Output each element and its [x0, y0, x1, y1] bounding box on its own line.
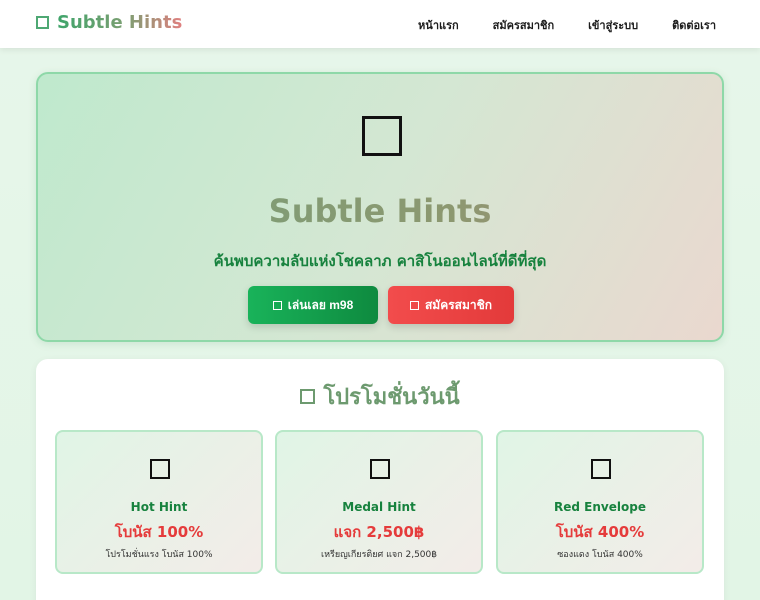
- signup-button[interactable]: สมัครสมาชิก: [388, 286, 514, 324]
- promo-card-red-envelope[interactable]: Red Envelope โบนัส 400% ซองแดง โบนัส 400…: [496, 430, 704, 574]
- signup-square-icon: [409, 300, 419, 310]
- card-description: เหรียญเกียรติยศ แจก 2,500฿: [321, 550, 437, 560]
- card-square-icon: [591, 459, 611, 479]
- promotions-square-icon: [300, 389, 316, 404]
- card-name: Medal Hint: [342, 500, 416, 514]
- nav-login-link[interactable]: เข้าสู่ระบบ: [588, 16, 638, 34]
- card-name: Red Envelope: [554, 500, 646, 514]
- nav-home-link[interactable]: หน้าแรก: [418, 16, 459, 34]
- card-bonus: แจก 2,500฿: [333, 523, 425, 541]
- card-bonus: โบนัส 400%: [555, 523, 645, 541]
- card-square-icon: [370, 459, 390, 479]
- main-nav: หน้าแรก สมัครสมาชิก เข้าสู่ระบบ ติดต่อเร…: [384, 16, 716, 34]
- play-now-label: เล่นเลย m98: [287, 297, 354, 312]
- hero-square-icon: [362, 116, 402, 156]
- nav-register-link[interactable]: สมัครสมาชิก: [493, 16, 555, 34]
- card-description: โปรโมชั่นแรง โบนัส 100%: [105, 550, 213, 560]
- card-bonus: โบนัส 100%: [114, 523, 204, 541]
- brand-square-icon: [36, 16, 49, 29]
- signup-label: สมัครสมาชิก: [424, 297, 493, 312]
- promotions-heading: โปรโมชั่นวันนี้: [36, 379, 724, 414]
- site-header: Subtle Hints หน้าแรก สมัครสมาชิก เข้าสู่…: [0, 0, 760, 48]
- play-now-button[interactable]: เล่นเลย m98: [248, 286, 378, 324]
- card-name: Hot Hint: [130, 500, 188, 514]
- hero-title: Subtle Hints: [38, 192, 722, 230]
- play-square-icon: [272, 300, 282, 310]
- card-square-icon: [150, 459, 170, 479]
- promotions-title: โปรโมชั่นวันนี้: [323, 385, 460, 410]
- promotions-section: โปรโมชั่นวันนี้ Hot Hint โบนัส 100% โปรโ…: [36, 359, 724, 600]
- promo-card-hot-hint[interactable]: Hot Hint โบนัส 100% โปรโมชั่นแรง โบนัส 1…: [55, 430, 263, 574]
- nav-contact-link[interactable]: ติดต่อเรา: [672, 16, 716, 34]
- brand-name: Subtle Hints: [57, 12, 183, 33]
- hero-subtitle: ค้นพบความลับแห่งโชคลาภ คาสิโนออนไลน์ที่ด…: [213, 252, 547, 270]
- promo-card-medal-hint[interactable]: Medal Hint แจก 2,500฿ เหรียญเกียรติยศ แจ…: [275, 430, 483, 574]
- hero-banner: Subtle Hints ค้นพบความลับแห่งโชคลาภ คาสิ…: [36, 72, 724, 342]
- brand-logo[interactable]: Subtle Hints: [36, 12, 182, 33]
- card-description: ซองแดง โบนัส 400%: [557, 550, 643, 560]
